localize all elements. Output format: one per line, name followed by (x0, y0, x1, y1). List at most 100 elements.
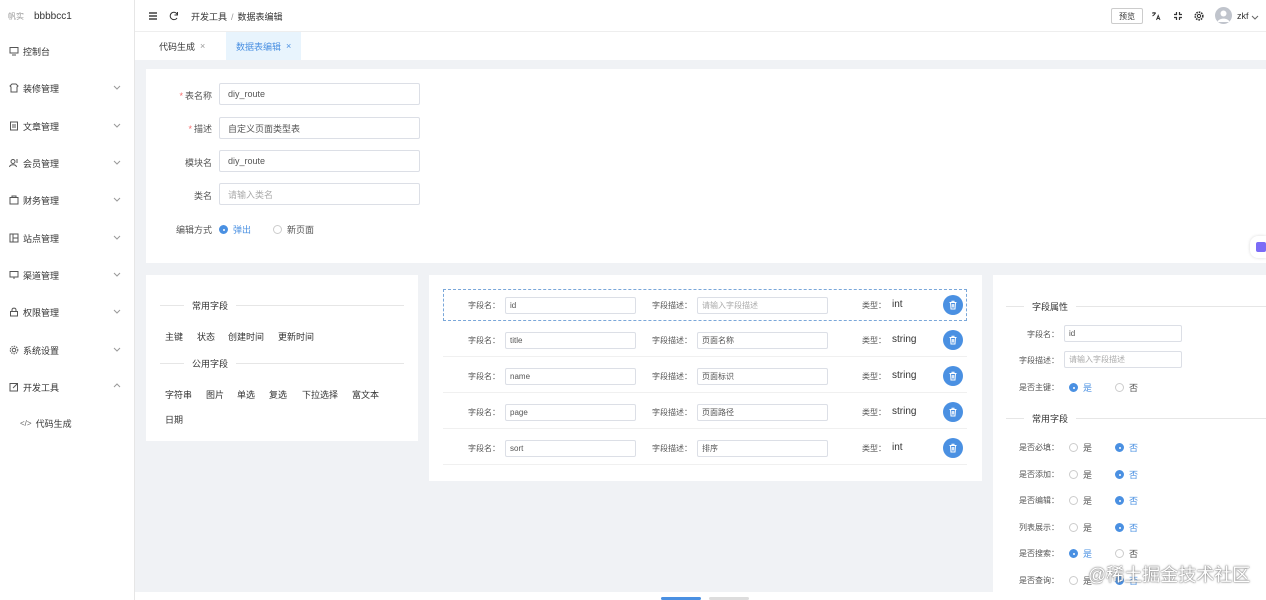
sidebar-item-devtools[interactable]: 开发工具 (0, 377, 135, 397)
delete-field-button[interactable] (943, 366, 963, 386)
sidebar-item-dashboard[interactable]: 控制台 (0, 41, 135, 61)
field-row[interactable]: 字段名： id 字段描述： 请输入字段描述 类型： int (443, 289, 967, 321)
field-chip-radio[interactable]: 单选 (237, 388, 255, 401)
field-name-input[interactable]: page (505, 404, 636, 421)
delete-field-button[interactable] (943, 402, 963, 422)
tab-label: 代码生成 (159, 41, 196, 52)
field-palette: 常用字段 主键 状态 创建时间 更新时间 公用字段 字符串 图片 单选 复选 下… (146, 275, 418, 441)
delete-field-button[interactable] (943, 438, 963, 458)
field-chip-select[interactable]: 下拉选择 (302, 388, 338, 401)
delete-field-button[interactable] (943, 295, 963, 315)
sidebar: 帆实 bbbbcc1 控制台 装修管理 文章管理 会员管理 财务管理 站点管理 … (0, 0, 135, 600)
avatar[interactable] (1215, 7, 1232, 24)
prop-no-radio[interactable]: 否 (1115, 521, 1138, 534)
edit-mode-popup-radio[interactable]: 弹出 (219, 223, 251, 236)
sidebar-item-settings[interactable]: 系统设置 (0, 340, 135, 360)
field-type-label: 类型： (862, 336, 886, 345)
prop-pk-yes-radio[interactable]: 是 (1069, 381, 1092, 394)
field-name-input[interactable]: id (505, 297, 636, 314)
chevron-down-icon (113, 309, 121, 314)
prop-desc-label: 字段描述： (1019, 356, 1059, 365)
delete-field-button[interactable] (943, 330, 963, 350)
sidebar-item-sites[interactable]: 站点管理 (0, 228, 135, 248)
sidebar-item-channels[interactable]: 渠道管理 (0, 265, 135, 285)
module-input[interactable]: diy_route (219, 150, 420, 172)
field-desc-input[interactable]: 页面标识 (697, 368, 828, 385)
breadcrumb: 开发工具 / 数据表编辑 (191, 10, 283, 23)
fullscreen-icon[interactable] (1173, 11, 1183, 21)
gear-icon[interactable] (1194, 11, 1204, 21)
refresh-icon[interactable] (169, 11, 179, 21)
sidebar-item-label: 开发工具 (23, 382, 60, 393)
chevron-down-icon (113, 347, 121, 352)
class-input[interactable]: 请输入类名 (219, 183, 420, 205)
preview-button[interactable]: 预览 (1111, 8, 1143, 24)
field-desc-input[interactable]: 页面名称 (697, 332, 828, 349)
field-chip-pk[interactable]: 主键 (165, 330, 183, 343)
prop-name-input[interactable]: id (1064, 325, 1182, 342)
field-name-label: 字段名： (468, 444, 500, 453)
tab-table-edit[interactable]: 数据表编辑 × (226, 32, 302, 60)
field-chip-string[interactable]: 字符串 (165, 388, 192, 401)
document-icon (8, 121, 19, 132)
field-name-input[interactable]: name (505, 368, 636, 385)
field-chip-image[interactable]: 图片 (206, 388, 224, 401)
field-desc-input[interactable]: 页面路径 (697, 404, 828, 421)
prop-yes-radio[interactable]: 是 (1069, 521, 1092, 534)
field-row[interactable]: 字段名： sort 字段描述： 排序 类型： int (443, 433, 967, 465)
field-row[interactable]: 字段名： page 字段描述： 页面路径 类型： string (443, 397, 967, 429)
breadcrumb-item[interactable]: 开发工具 (191, 12, 227, 22)
sidebar-item-permissions[interactable]: 权限管理 (0, 302, 135, 322)
prop-yes-radio[interactable]: 是 (1069, 441, 1092, 454)
side-widget[interactable] (1250, 236, 1266, 258)
field-desc-input[interactable]: 排序 (697, 440, 828, 457)
field-row[interactable]: 字段名： name 字段描述： 页面标识 类型： string (443, 361, 967, 393)
field-chip-checkbox[interactable]: 复选 (269, 388, 287, 401)
prop-no-radio[interactable]: 否 (1115, 468, 1138, 481)
sidebar-item-label: 装修管理 (23, 83, 60, 94)
field-row[interactable]: 字段名： title 字段描述： 页面名称 类型： string (443, 325, 967, 357)
prop-yes-radio[interactable]: 是 (1069, 494, 1092, 507)
close-icon[interactable]: × (200, 41, 205, 51)
field-chip-created[interactable]: 创建时间 (228, 330, 264, 343)
field-type-value: string (892, 406, 917, 417)
prop-pk-no-radio[interactable]: 否 (1115, 381, 1138, 394)
shirt-icon (8, 83, 19, 94)
site-icon (8, 233, 19, 244)
prop-row-list: 列表展示： 是 否 (1019, 521, 1139, 534)
prop-no-radio[interactable]: 否 (1115, 494, 1138, 507)
chevron-down-icon (113, 235, 121, 240)
field-name-input[interactable]: sort (505, 440, 636, 457)
prop-no-radio[interactable]: 否 (1115, 547, 1138, 560)
prop-desc-input[interactable]: 请输入字段描述 (1064, 351, 1182, 368)
sidebar-item-label: 控制台 (23, 46, 51, 57)
edit-mode-page-radio[interactable]: 新页面 (273, 223, 314, 236)
table-name-input[interactable]: diy_route (219, 83, 420, 105)
field-name-input[interactable]: title (505, 332, 636, 349)
prop-no-radio[interactable]: 否 (1115, 441, 1138, 454)
field-chip-richtext[interactable]: 富文本 (352, 388, 379, 401)
field-type-value: int (892, 442, 903, 453)
close-icon[interactable]: × (286, 41, 291, 51)
menu-fold-icon[interactable] (148, 11, 158, 21)
field-desc-label: 字段描述： (652, 408, 692, 417)
tab-codegen[interactable]: 代码生成 × (149, 32, 215, 60)
sidebar-item-finance[interactable]: 财务管理 (0, 190, 135, 210)
sidebar-subitem-codegen[interactable]: </> 代码生成 (20, 413, 72, 433)
public-fields-title: 公用字段 (160, 357, 404, 370)
breadcrumb-separator: / (231, 12, 234, 22)
user-menu[interactable]: zkf (1237, 11, 1259, 21)
chevron-down-icon (113, 197, 121, 202)
field-desc-input[interactable]: 请输入字段描述 (697, 297, 828, 314)
field-chip-date[interactable]: 日期 (165, 413, 183, 426)
prop-yes-radio[interactable]: 是 (1069, 468, 1092, 481)
field-chip-status[interactable]: 状态 (197, 330, 215, 343)
sidebar-item-decoration[interactable]: 装修管理 (0, 78, 135, 98)
translate-icon[interactable] (1151, 11, 1161, 21)
field-chip-updated[interactable]: 更新时间 (278, 330, 314, 343)
trash-icon (949, 407, 957, 417)
prop-yes-radio[interactable]: 是 (1069, 547, 1092, 560)
sidebar-item-articles[interactable]: 文章管理 (0, 116, 135, 136)
desc-input[interactable]: 自定义页面类型表 (219, 117, 420, 139)
sidebar-item-members[interactable]: 会员管理 (0, 153, 135, 173)
